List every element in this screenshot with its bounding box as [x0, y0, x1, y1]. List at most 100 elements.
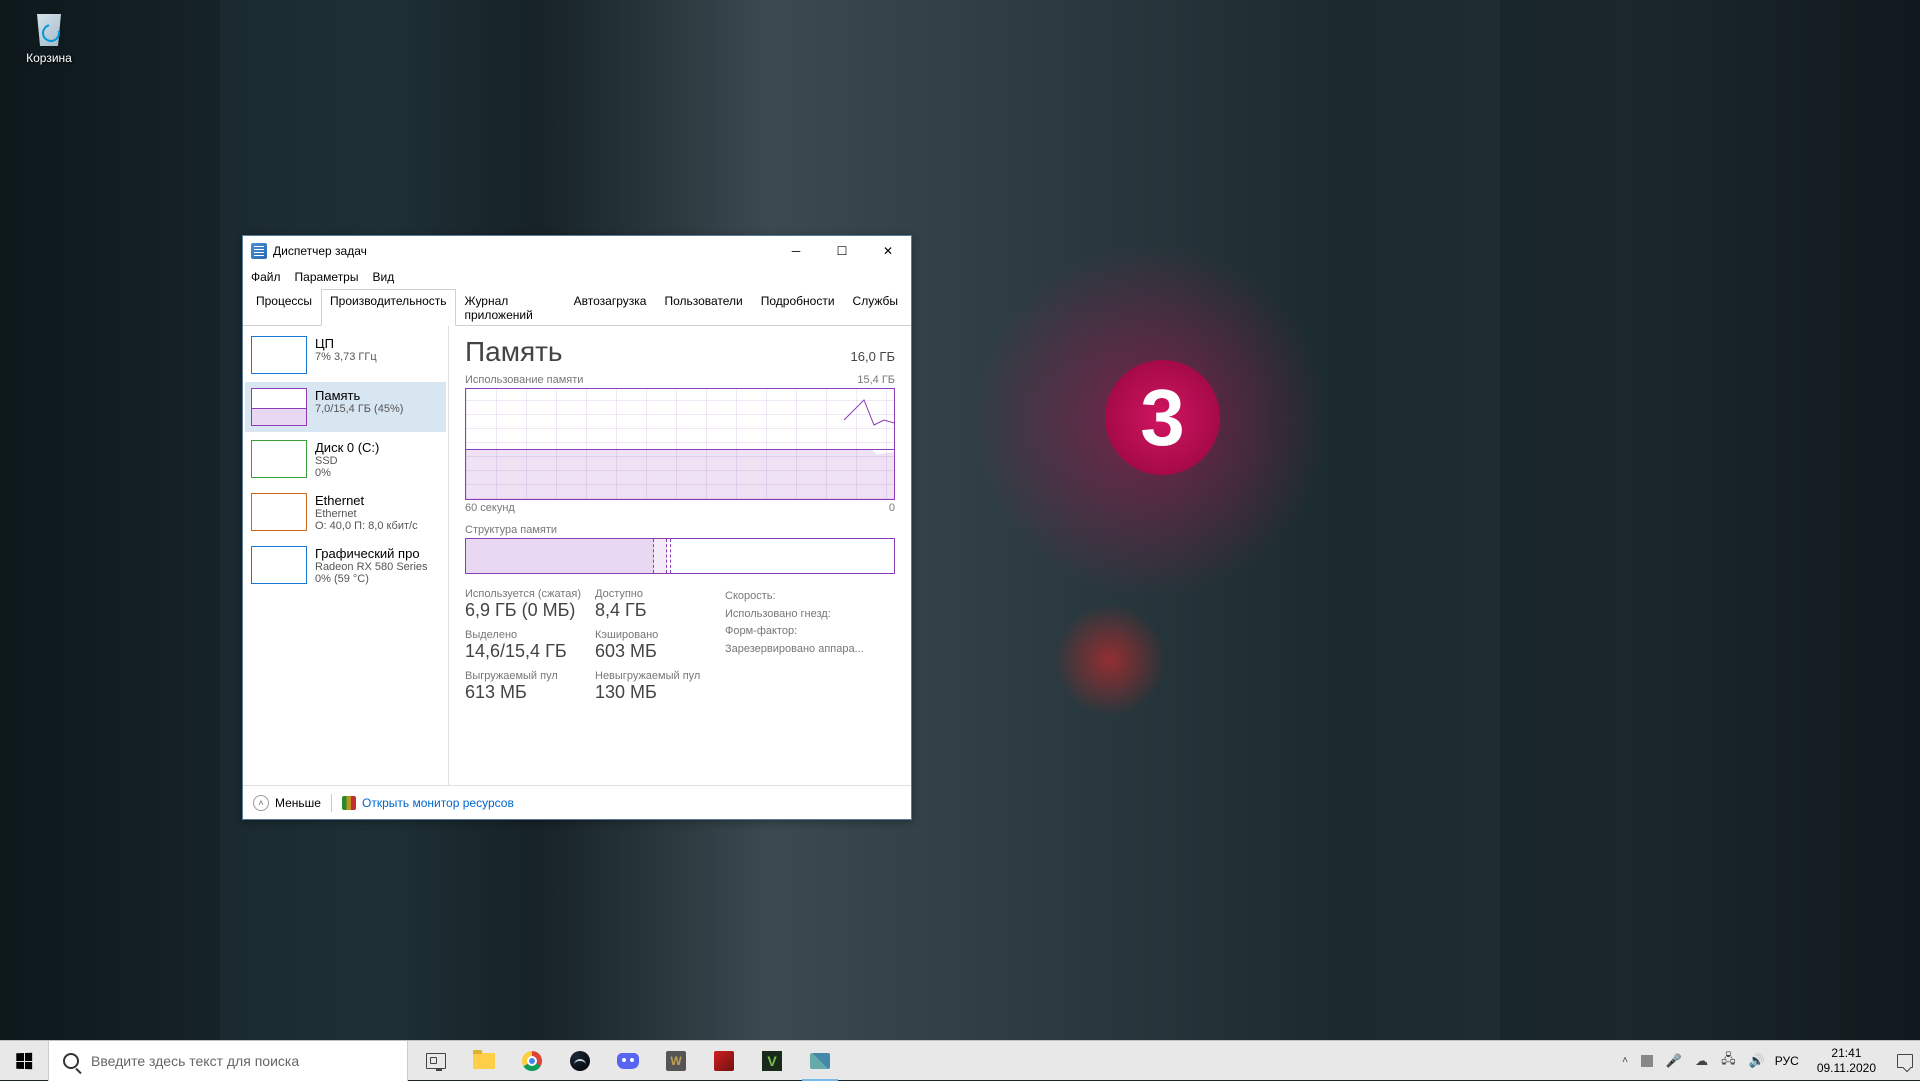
sidebar-item-gpu[interactable]: Графический про Radeon RX 580 Series 0% …	[245, 540, 446, 591]
x-axis-left: 60 секунд	[465, 502, 515, 514]
tab-details[interactable]: Подробности	[752, 289, 844, 326]
composition-label: Структура памяти	[465, 524, 895, 536]
performance-body: ЦП 7% 3,73 ГГц Память 7,0/15,4 ГБ (45%) …	[243, 326, 911, 785]
fewer-details-label: Меньше	[275, 796, 321, 810]
action-center-button[interactable]	[1894, 1041, 1916, 1081]
start-button[interactable]	[0, 1041, 48, 1081]
gpu-title: Графический про	[315, 546, 440, 561]
chevron-up-icon: ˄	[253, 795, 269, 811]
taskbar-app-steam[interactable]	[556, 1041, 604, 1081]
eth-sub1: Ethernet	[315, 508, 440, 520]
sidebar-item-memory[interactable]: Память 7,0/15,4 ГБ (45%)	[245, 382, 446, 432]
taskbar: Введите здесь текст для поиска W V ˄ 🎤 ☁…	[0, 1040, 1920, 1080]
volume-icon[interactable]: 🔊	[1749, 1053, 1765, 1069]
tab-strip: Процессы Производительность Журнал прило…	[243, 288, 911, 326]
app-red-icon	[714, 1051, 734, 1071]
taskbar-search[interactable]: Введите здесь текст для поиска	[48, 1041, 408, 1081]
ethernet-thumb-icon	[251, 493, 307, 531]
chrome-icon	[522, 1051, 542, 1071]
maximize-button[interactable]: ☐	[819, 236, 865, 266]
onedrive-icon[interactable]: ☁	[1695, 1053, 1708, 1069]
usage-chart-ymax: 15,4 ГБ	[857, 374, 895, 386]
in-use-label: Используется (сжатая)	[465, 588, 585, 600]
folder-icon	[473, 1053, 495, 1069]
taskbar-app-task-manager[interactable]	[796, 1041, 844, 1081]
window-controls: ─ ☐ ✕	[773, 236, 911, 266]
memory-thumb-icon	[251, 388, 307, 426]
chart-line	[466, 449, 894, 450]
task-manager-taskbar-icon	[810, 1053, 830, 1069]
menu-file[interactable]: Файл	[251, 270, 281, 284]
tray-overflow-button[interactable]: ˄	[1622, 1055, 1628, 1066]
window-footer: ˄ Меньше Открыть монитор ресурсов	[243, 785, 911, 819]
taskbar-app-generic[interactable]	[700, 1041, 748, 1081]
tab-services[interactable]: Службы	[844, 289, 907, 326]
input-language[interactable]: РУС	[1775, 1054, 1799, 1068]
nonpaged-label: Невыгружаемый пул	[595, 670, 715, 682]
taskbar-app-explorer[interactable]	[460, 1041, 508, 1081]
discord-icon	[617, 1053, 639, 1069]
meta-form: Форм-фактор:	[725, 623, 895, 641]
tab-performance[interactable]: Производительность	[321, 289, 455, 326]
network-icon[interactable]: 🖧	[1721, 1050, 1736, 1072]
taskbar-app-gta5[interactable]: V	[748, 1041, 796, 1081]
recycle-bin-icon	[28, 10, 70, 48]
cached-value: 603 МБ	[595, 641, 715, 662]
usage-chart-label: Использование памяти	[465, 374, 583, 386]
committed-label: Выделено	[465, 629, 585, 641]
meta-speed: Скорость:	[725, 588, 895, 606]
menu-options[interactable]: Параметры	[295, 270, 359, 284]
gpu-sub1: Radeon RX 580 Series	[315, 561, 440, 573]
disk-sub1: SSD	[315, 455, 440, 467]
tray-clock[interactable]: 21:41 09.11.2020	[1809, 1046, 1884, 1075]
meta-reserved: Зарезервировано аппара...	[725, 641, 895, 659]
cached-label: Кэшировано	[595, 629, 715, 641]
fewer-details-button[interactable]: ˄ Меньше	[253, 795, 321, 811]
task-manager-window: Диспетчер задач ─ ☐ ✕ Файл Параметры Вид…	[242, 235, 912, 820]
nonpaged-value: 130 МБ	[595, 682, 715, 703]
tray-icons: ˄ 🎤 ☁ 🖧 🔊	[1622, 1050, 1765, 1072]
sidebar-item-disk[interactable]: Диск 0 (C:) SSD 0%	[245, 434, 446, 485]
notification-icon	[1897, 1054, 1913, 1068]
close-button[interactable]: ✕	[865, 236, 911, 266]
eth-title: Ethernet	[315, 493, 440, 508]
cpu-thumb-icon	[251, 336, 307, 374]
taskbar-app-discord[interactable]	[604, 1041, 652, 1081]
disk-title: Диск 0 (C:)	[315, 440, 440, 455]
taskbar-app-wot[interactable]: W	[652, 1041, 700, 1081]
performance-detail: Память 16,0 ГБ Использование памяти 15,4…	[449, 326, 911, 785]
tab-processes[interactable]: Процессы	[247, 289, 321, 326]
tab-users[interactable]: Пользователи	[655, 289, 751, 326]
system-tray: ˄ 🎤 ☁ 🖧 🔊 РУС 21:41 09.11.2020	[1622, 1041, 1920, 1080]
open-resource-monitor-link[interactable]: Открыть монитор ресурсов	[342, 796, 514, 810]
footer-separator	[331, 794, 332, 812]
disk-sub2: 0%	[315, 467, 440, 479]
search-placeholder: Введите здесь текст для поиска	[91, 1053, 299, 1069]
committed-value: 14,6/15,4 ГБ	[465, 641, 585, 662]
memory-title: Память	[315, 388, 440, 403]
desktop-icon-recycle-bin[interactable]: Корзина	[12, 10, 86, 65]
composition-in-use	[466, 539, 654, 573]
memory-composition-chart	[465, 538, 895, 574]
menu-view[interactable]: Вид	[372, 270, 394, 284]
wot-icon: W	[666, 1051, 686, 1071]
tab-app-history[interactable]: Журнал приложений	[456, 289, 565, 326]
cpu-title: ЦП	[315, 336, 440, 351]
disk-thumb-icon	[251, 440, 307, 478]
taskbar-app-chrome[interactable]	[508, 1041, 556, 1081]
gpu-thumb-icon	[251, 546, 307, 584]
microphone-icon[interactable]: 🎤	[1666, 1053, 1682, 1069]
composition-modified	[654, 539, 667, 573]
memory-stats: Используется (сжатая) 6,9 ГБ (0 МБ) Дост…	[465, 588, 895, 703]
task-view-button[interactable]	[412, 1041, 460, 1081]
recycle-bin-label: Корзина	[26, 51, 72, 65]
tab-startup[interactable]: Автозагрузка	[565, 289, 656, 326]
sidebar-item-ethernet[interactable]: Ethernet Ethernet О: 40,0 П: 8,0 кбит/с	[245, 487, 446, 538]
minimize-button[interactable]: ─	[773, 236, 819, 266]
taskbar-apps: W V	[412, 1041, 844, 1080]
tray-app-icon[interactable]	[1641, 1055, 1653, 1067]
wallpaper-subway-number: 3	[1105, 360, 1220, 475]
paged-value: 613 МБ	[465, 682, 585, 703]
titlebar[interactable]: Диспетчер задач ─ ☐ ✕	[243, 236, 911, 266]
sidebar-item-cpu[interactable]: ЦП 7% 3,73 ГГц	[245, 330, 446, 380]
